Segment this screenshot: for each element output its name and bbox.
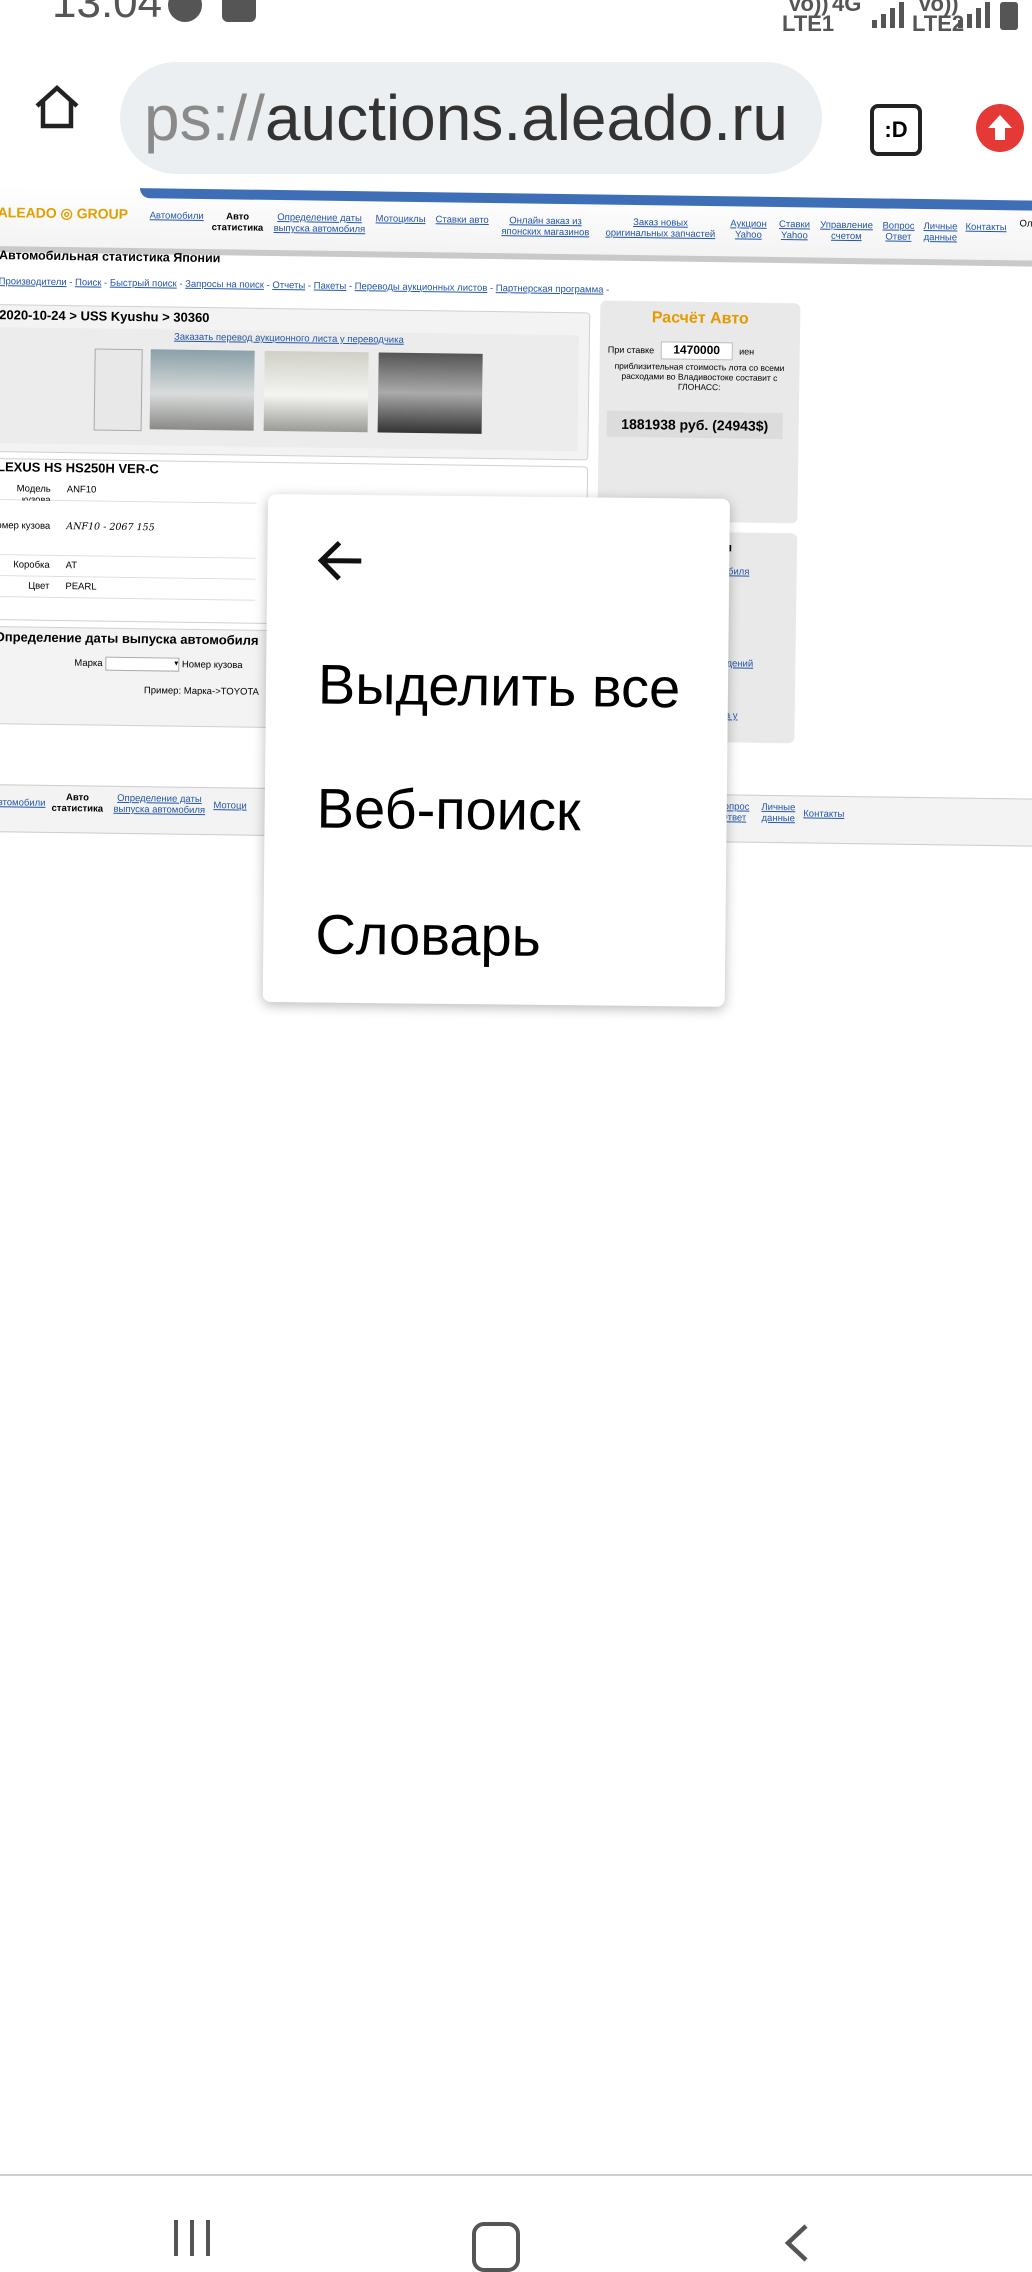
body-number-label: Номер кузова: [181, 659, 243, 672]
lot-panel: 2020-10-24 > USS Kyushu > 30360 Заказать…: [0, 303, 591, 461]
car-title: LEXUS HS HS250H VER-C: [0, 459, 159, 477]
arrow-up-icon: [988, 115, 1012, 140]
brand-select[interactable]: ▾: [105, 656, 180, 672]
nav-faq[interactable]: Вопрос Ответ: [879, 220, 917, 243]
sim2-type: LTE2: [912, 11, 965, 36]
menu-dictionary[interactable]: Словарь: [315, 903, 541, 968]
specs-table: Модель кузоваANF10 Номер кузоваANF10 - 2…: [0, 478, 257, 601]
image-icon: [222, 0, 256, 22]
calc-note: приблизительная стоимость лота со всеми …: [614, 360, 785, 393]
nav-moto[interactable]: Мотоциклы: [376, 213, 426, 225]
order-translation-link[interactable]: Заказать перевод аукционного листа у пер…: [0, 329, 579, 348]
address-bar[interactable]: ps://auctions.aleado.ru: [120, 62, 822, 174]
signal-icon: [872, 0, 912, 28]
table-row: Цвет PEARL: [0, 575, 256, 601]
network-type: 4G: [832, 0, 862, 16]
brand-label: Марка: [74, 657, 103, 670]
nav-yahoo-bids[interactable]: Ставки Yahoo: [775, 219, 813, 242]
tabs-icon[interactable]: :D: [870, 104, 922, 156]
auction-sheet-thumb[interactable]: [93, 348, 143, 432]
crumb-quick-search[interactable]: Быстрый поиск: [110, 278, 177, 290]
nav-bids[interactable]: Ставки авто: [435, 214, 488, 226]
nav-account[interactable]: Управление счетом: [817, 220, 875, 243]
url-scheme: ps://: [144, 82, 265, 154]
nav-shops[interactable]: Онлайн заказ из японских магазинов: [497, 215, 593, 238]
nav-personal[interactable]: Личные данные: [919, 221, 961, 244]
car-photo-thumb[interactable]: [149, 349, 255, 431]
currency-label: иен: [739, 346, 755, 357]
recents-icon[interactable]: [170, 2218, 214, 2258]
bid-input[interactable]: 1470000: [660, 341, 733, 361]
nav-parts[interactable]: Заказ новых оригинальных запчастей: [601, 217, 719, 241]
location-icon: [168, 0, 202, 22]
menu-web-search[interactable]: Веб-поиск: [316, 777, 580, 843]
calc-total: 1881938 руб. (24943$): [606, 410, 783, 440]
crumb-requests[interactable]: Запросы на поиск: [185, 279, 264, 291]
example-text: Пример: Марка->TOYOTA: [143, 685, 259, 698]
crumb-manufacturers[interactable]: Производители: [0, 276, 67, 288]
photo-strip: [93, 348, 495, 436]
home-button-icon[interactable]: [472, 2222, 520, 2272]
calc-title: Расчёт Авто: [651, 309, 749, 328]
crumb-translations[interactable]: Переводы аукционных листов: [355, 281, 488, 294]
signal-icon-2: [958, 0, 998, 28]
back-arrow-icon[interactable]: [311, 530, 372, 591]
car-photo-thumb[interactable]: [263, 350, 369, 433]
crumb-partner[interactable]: Партнерская программа: [496, 283, 604, 296]
crumb-search[interactable]: Поиск: [75, 277, 101, 288]
section-title: Автомобильная статистика Японии: [0, 248, 221, 266]
nav-auto-stats[interactable]: Авто статистика: [211, 211, 264, 234]
table-row: Номер кузова ANF10 - 2067 155: [0, 499, 257, 559]
battery-icon: [1000, 2, 1018, 30]
context-menu: Выделить все Веб-поиск Словарь: [262, 494, 730, 1007]
breadcrumb: Производители - Поиск - Быстрый поиск - …: [0, 276, 610, 296]
car-interior-thumb[interactable]: [377, 352, 483, 434]
status-bar: 13:04 Vo)) LTE1 4G Vo)) LTE2: [0, 0, 1032, 40]
release-date-title: Определение даты выпуска автомобиля: [0, 629, 259, 648]
bid-label: При ставке: [607, 344, 655, 356]
crumb-packages[interactable]: Пакеты: [314, 281, 347, 292]
status-time: 13:04: [52, 0, 163, 27]
nav-cars[interactable]: Автомобили: [150, 210, 204, 222]
crumb-reports[interactable]: Отчеты: [272, 280, 305, 291]
nav-yahoo-auction[interactable]: Аукцион Yahoo: [727, 218, 769, 241]
menu-select-all[interactable]: Выделить все: [318, 653, 681, 720]
site-logo[interactable]: ALEADO ◎ GROUP: [0, 204, 128, 223]
nav-user[interactable]: Олег: [1019, 218, 1032, 229]
calc-panel: Расчёт Авто При ставке 1470000 иен прибл…: [597, 300, 801, 524]
nav-contacts[interactable]: Контакты: [965, 222, 1006, 234]
back-icon[interactable]: [778, 2222, 814, 2264]
url-text: auctions.aleado.ru: [264, 82, 788, 154]
nav-release-date[interactable]: Определение даты выпуска автомобиля: [271, 212, 367, 235]
home-icon[interactable]: [32, 82, 82, 132]
update-icon[interactable]: [976, 104, 1024, 152]
sim1-type: LTE1: [782, 11, 835, 36]
lot-header: 2020-10-24 > USS Kyushu > 30360: [0, 307, 210, 326]
